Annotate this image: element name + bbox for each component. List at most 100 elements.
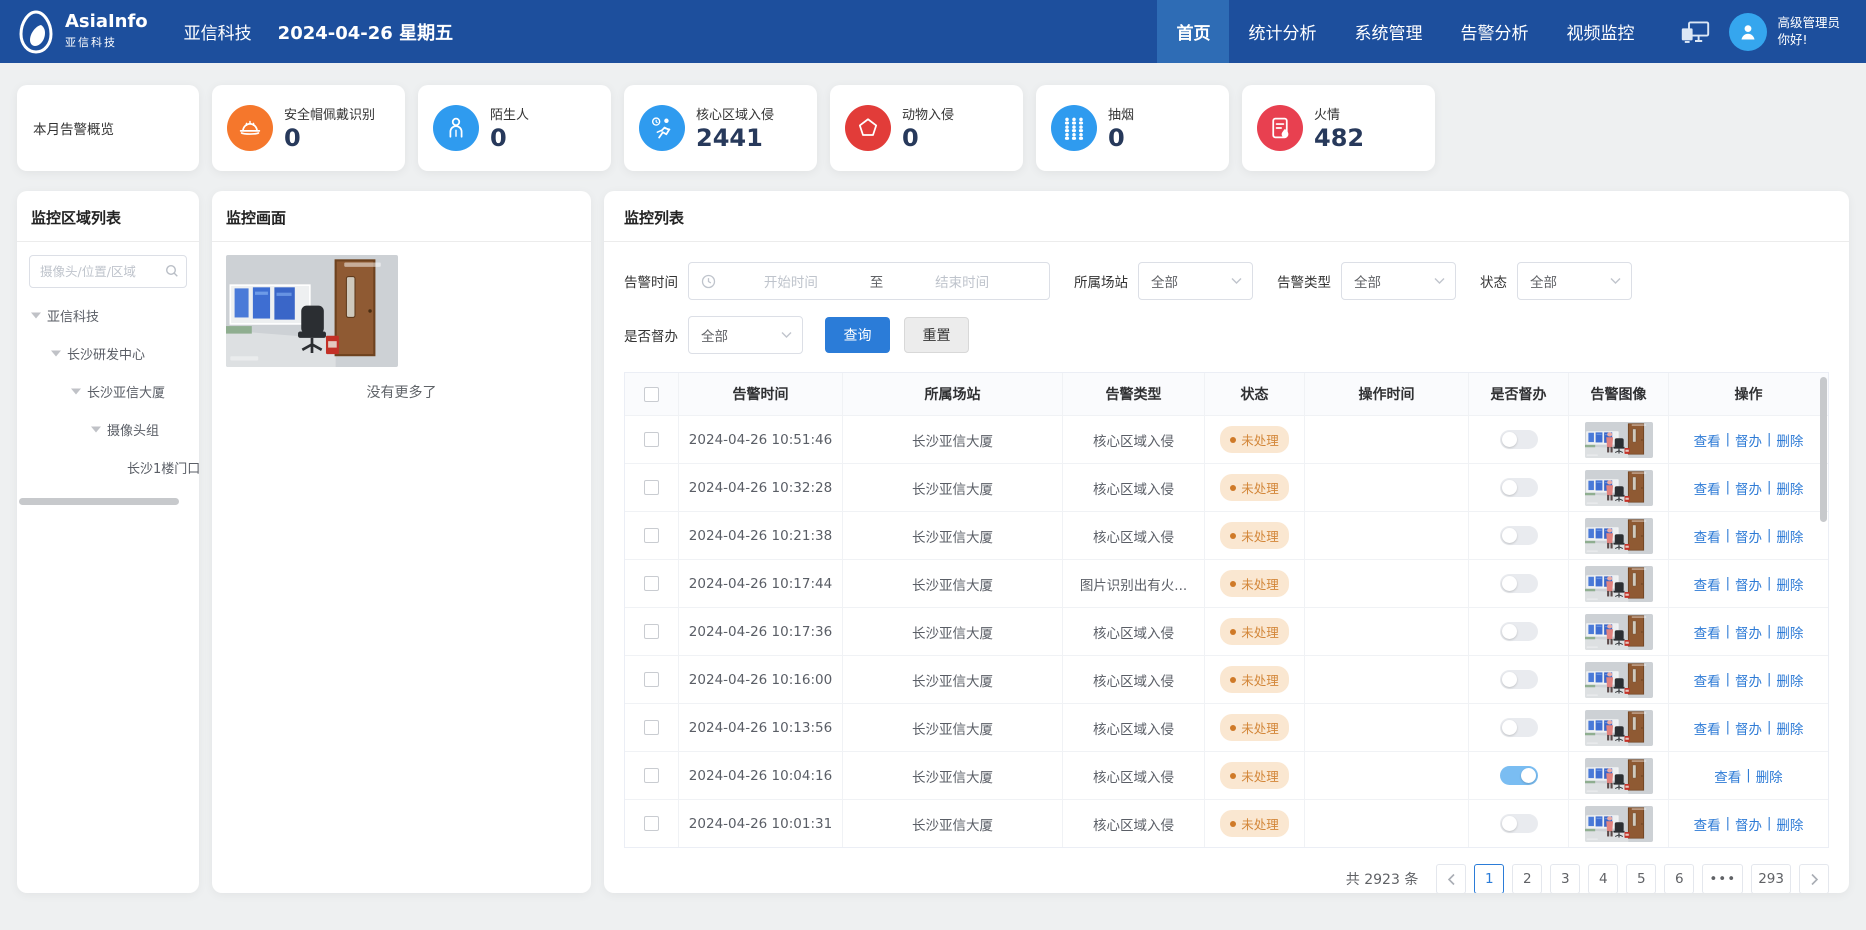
camera-search-input[interactable] xyxy=(29,255,187,288)
row-action-link[interactable]: 查看 xyxy=(1694,574,1721,594)
alarm-thumbnail[interactable] xyxy=(1585,470,1653,506)
supervise-toggle[interactable] xyxy=(1500,814,1538,833)
row-action-link[interactable]: 删除 xyxy=(1776,574,1803,594)
row-action-link[interactable]: 查看 xyxy=(1694,430,1721,450)
row-action-link[interactable]: 删除 xyxy=(1776,814,1803,834)
status-badge: 未处理 xyxy=(1220,618,1289,645)
avatar[interactable] xyxy=(1729,13,1767,51)
row-action-link[interactable]: 督办 xyxy=(1735,574,1762,594)
row-action-link[interactable]: 查看 xyxy=(1694,526,1721,546)
page-button[interactable]: 1 xyxy=(1474,864,1504,893)
supervise-toggle[interactable] xyxy=(1500,622,1538,641)
row-action-link[interactable]: 督办 xyxy=(1735,430,1762,450)
row-action-link[interactable]: 督办 xyxy=(1735,814,1762,834)
supervise-toggle[interactable] xyxy=(1500,526,1538,545)
cell-op-time xyxy=(1305,752,1469,799)
tree-item[interactable]: 摄像头组 xyxy=(17,410,199,448)
nav-item[interactable]: 告警分析 xyxy=(1441,0,1547,63)
page-button[interactable]: 6 xyxy=(1664,864,1694,893)
page-button[interactable]: 5 xyxy=(1626,864,1656,893)
row-checkbox[interactable] xyxy=(644,768,659,783)
next-page-button[interactable] xyxy=(1799,864,1829,893)
row-checkbox[interactable] xyxy=(644,672,659,687)
row-action-link[interactable]: 督办 xyxy=(1735,478,1762,498)
row-action-link[interactable]: 删除 xyxy=(1776,670,1803,690)
supervise-toggle[interactable] xyxy=(1500,670,1538,689)
page-button[interactable]: 4 xyxy=(1588,864,1618,893)
nav-item[interactable]: 系统管理 xyxy=(1335,0,1441,63)
end-time-placeholder[interactable]: 结束时间 xyxy=(887,271,1037,291)
alarm-time-range-input[interactable]: 开始时间 至 结束时间 xyxy=(688,262,1050,300)
row-action-link[interactable]: 删除 xyxy=(1776,718,1803,738)
last-page-button[interactable]: 293 xyxy=(1751,864,1791,893)
row-checkbox[interactable] xyxy=(644,624,659,639)
table-vertical-scrollbar[interactable] xyxy=(1820,377,1827,522)
row-action-link[interactable]: 删除 xyxy=(1776,430,1803,450)
screen-cast-icon[interactable] xyxy=(1679,20,1711,44)
alarm-thumbnail[interactable] xyxy=(1585,710,1653,746)
preview-panel-title: 监控画面 xyxy=(212,191,591,242)
row-action-link[interactable]: 督办 xyxy=(1735,622,1762,642)
tree-item[interactable]: 长沙亚信大厦 xyxy=(17,372,199,410)
page-button[interactable]: 2 xyxy=(1512,864,1542,893)
reset-button[interactable]: 重置 xyxy=(904,317,969,353)
user-role: 高级管理员 xyxy=(1777,15,1840,32)
page-button[interactable]: 3 xyxy=(1550,864,1580,893)
row-action-link[interactable]: 删除 xyxy=(1776,526,1803,546)
tree-item[interactable]: 长沙研发中心 xyxy=(17,334,199,372)
alarm-table: 告警时间 所属场站 告警类型 状态 操作时间 是否督办 告警图像 操作 2024… xyxy=(624,372,1829,848)
nav-item[interactable]: 视频监控 xyxy=(1547,0,1653,63)
supervise-toggle[interactable] xyxy=(1500,430,1538,449)
supervise-toggle[interactable] xyxy=(1500,718,1538,737)
row-checkbox[interactable] xyxy=(644,816,659,831)
row-action-link[interactable]: 查看 xyxy=(1694,622,1721,642)
search-button[interactable]: 查询 xyxy=(825,317,890,353)
station-select[interactable]: 全部 xyxy=(1138,262,1253,300)
tree-horizontal-scrollbar[interactable] xyxy=(19,498,179,505)
status-select[interactable]: 全部 xyxy=(1517,262,1632,300)
alarm-thumbnail[interactable] xyxy=(1585,662,1653,698)
page-ellipsis[interactable]: ••• xyxy=(1702,864,1743,893)
row-action-link[interactable]: 查看 xyxy=(1694,478,1721,498)
alarm-thumbnail[interactable] xyxy=(1585,806,1653,842)
select-all-checkbox[interactable] xyxy=(644,387,659,402)
row-action-link[interactable]: 督办 xyxy=(1735,670,1762,690)
supervise-select[interactable]: 全部 xyxy=(688,316,803,354)
table-row: 2024-04-26 10:17:36 长沙亚信大厦 核心区域入侵 未处理 查看… xyxy=(625,607,1828,655)
start-time-placeholder[interactable]: 开始时间 xyxy=(716,271,866,291)
nav-item[interactable]: 统计分析 xyxy=(1229,0,1335,63)
alarm-thumbnail[interactable] xyxy=(1585,614,1653,650)
row-action-link[interactable]: 删除 xyxy=(1776,622,1803,642)
stat-label: 动物入侵 xyxy=(902,104,954,123)
camera-preview-image[interactable] xyxy=(226,255,398,367)
stat-value: 482 xyxy=(1314,124,1364,152)
alarm-thumbnail[interactable] xyxy=(1585,422,1653,458)
row-action-link[interactable]: 督办 xyxy=(1735,526,1762,546)
row-action-link[interactable]: 查看 xyxy=(1694,718,1721,738)
nav-item[interactable]: 首页 xyxy=(1157,0,1229,63)
prev-page-button[interactable] xyxy=(1436,864,1466,893)
supervise-toggle[interactable] xyxy=(1500,478,1538,497)
row-action-link[interactable]: 删除 xyxy=(1756,766,1783,786)
row-action-link[interactable]: 查看 xyxy=(1694,814,1721,834)
supervise-toggle[interactable] xyxy=(1500,574,1538,593)
row-action-link[interactable]: 删除 xyxy=(1776,478,1803,498)
row-action-link[interactable]: 查看 xyxy=(1694,670,1721,690)
row-action-link[interactable]: 督办 xyxy=(1735,718,1762,738)
alarm-thumbnail[interactable] xyxy=(1585,518,1653,554)
tree-item[interactable]: 长沙1楼门口 xyxy=(17,448,199,486)
alarm-thumbnail[interactable] xyxy=(1585,566,1653,602)
status-dot-icon xyxy=(1230,581,1236,587)
row-checkbox[interactable] xyxy=(644,432,659,447)
supervise-toggle[interactable] xyxy=(1500,766,1538,785)
chevron-down-icon xyxy=(1231,277,1242,285)
tree-item[interactable]: 亚信科技 xyxy=(17,296,199,334)
row-checkbox[interactable] xyxy=(644,528,659,543)
row-checkbox[interactable] xyxy=(644,576,659,591)
row-checkbox[interactable] xyxy=(644,720,659,735)
cell-alarm-type: 核心区域入侵 xyxy=(1063,656,1205,703)
row-checkbox[interactable] xyxy=(644,480,659,495)
alarm-type-select[interactable]: 全部 xyxy=(1341,262,1456,300)
alarm-thumbnail[interactable] xyxy=(1585,758,1653,794)
row-action-link[interactable]: 查看 xyxy=(1714,766,1741,786)
